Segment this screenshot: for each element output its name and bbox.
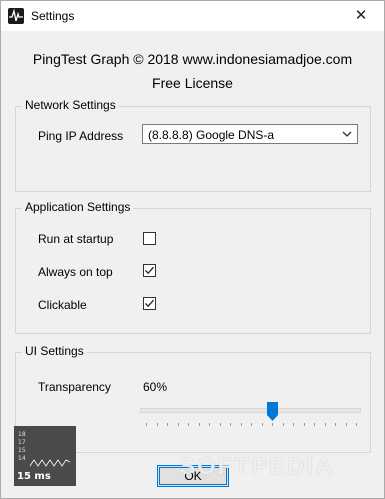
transparency-value: 60% xyxy=(143,380,168,394)
slider-tick xyxy=(335,423,336,426)
slider-tick xyxy=(167,423,168,426)
transparency-slider-thumb[interactable] xyxy=(266,402,278,421)
run-at-startup-label: Run at startup xyxy=(38,232,114,246)
slider-tick xyxy=(293,423,294,426)
slider-ticks xyxy=(146,423,357,427)
slider-tick xyxy=(303,423,305,426)
slider-tick xyxy=(188,423,189,426)
title-bar[interactable]: Settings ✕ xyxy=(1,1,384,31)
slider-tick xyxy=(356,423,357,426)
latency-readout: 15 ms xyxy=(17,471,51,482)
transparency-slider-track[interactable] xyxy=(140,408,361,413)
slider-tick xyxy=(314,423,315,426)
watermark-text: SOFTPEDIA xyxy=(179,453,335,480)
slider-tick xyxy=(324,423,326,426)
slider-tick xyxy=(219,423,221,426)
settings-window: Settings ✕ PingTest Graph © 2018 www.ind… xyxy=(0,0,385,499)
network-settings-title: Network Settings xyxy=(22,98,119,112)
application-settings-title: Application Settings xyxy=(22,200,134,214)
transparency-label: Transparency xyxy=(38,380,111,394)
ui-settings-title: UI Settings xyxy=(22,344,87,358)
slider-tick xyxy=(156,423,158,426)
window-title: Settings xyxy=(31,9,75,23)
run-at-startup-checkbox[interactable] xyxy=(143,232,156,245)
clickable-checkbox[interactable] xyxy=(143,297,156,310)
slider-tick xyxy=(146,423,147,426)
checkmark-icon xyxy=(145,299,154,308)
slider-tick xyxy=(272,423,273,426)
close-button[interactable]: ✕ xyxy=(338,1,384,31)
ping-ip-select[interactable]: (8.8.8.8) Google DNS-a xyxy=(142,124,358,144)
pulse-icon xyxy=(8,8,24,24)
checkmark-icon xyxy=(145,266,154,275)
slider-tick xyxy=(345,423,347,426)
slider-tick xyxy=(261,423,263,426)
clickable-label: Clickable xyxy=(38,298,87,312)
slider-tick xyxy=(177,423,179,426)
license-text: Free License xyxy=(152,75,233,91)
slider-tick xyxy=(251,423,252,426)
slider-tick xyxy=(198,423,200,426)
chevron-down-icon xyxy=(341,128,353,140)
close-icon: ✕ xyxy=(354,7,368,24)
ping-ip-value: (8.8.8.8) Google DNS-a xyxy=(148,128,275,142)
slider-tick xyxy=(282,423,284,426)
always-on-top-checkbox[interactable] xyxy=(143,264,156,277)
slider-tick xyxy=(230,423,231,426)
ping-mini-graph: 18 17 15 14 15 ms xyxy=(14,426,76,486)
always-on-top-label: Always on top xyxy=(38,265,113,279)
slider-tick xyxy=(209,423,210,426)
network-settings-group: Network Settings xyxy=(15,98,371,192)
ping-ip-label: Ping IP Address xyxy=(38,129,124,143)
slider-tick xyxy=(240,423,242,426)
credit-text: PingTest Graph © 2018 www.indonesiamadjo… xyxy=(32,51,353,67)
